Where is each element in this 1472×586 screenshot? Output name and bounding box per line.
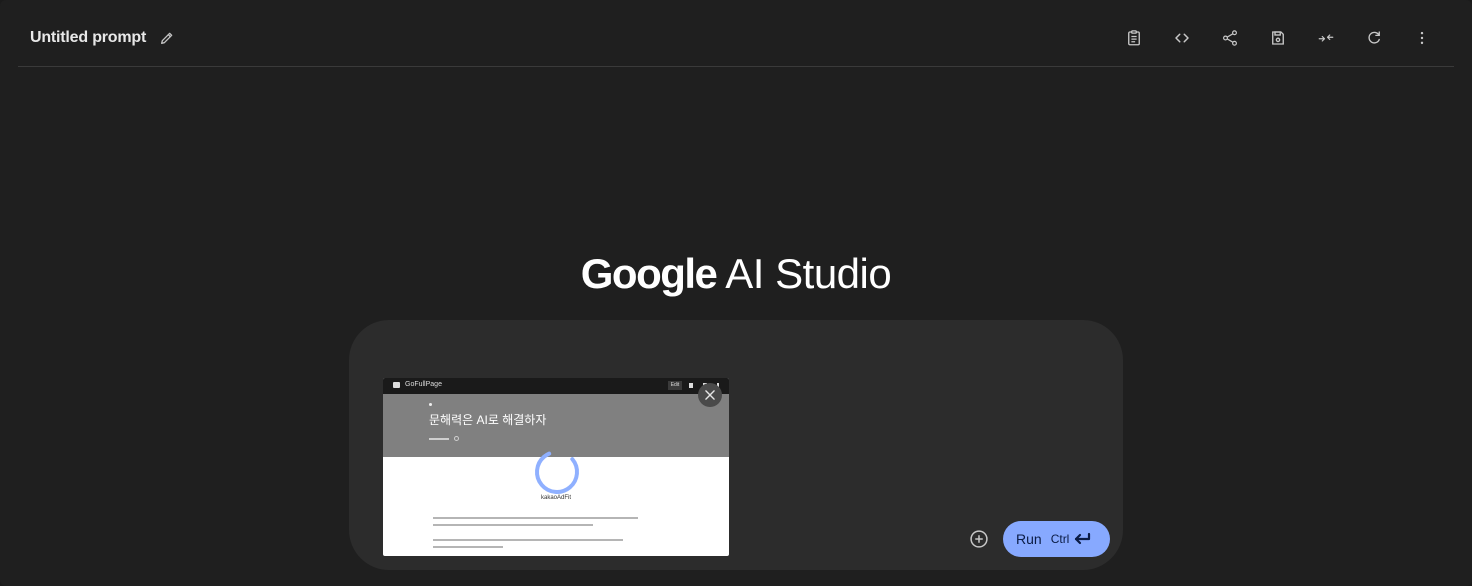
prompt-title[interactable]: Untitled prompt <box>30 29 146 47</box>
code-icon <box>1175 33 1189 43</box>
flag-icon <box>689 383 693 388</box>
run-button[interactable]: Run Ctrl <box>1003 521 1110 557</box>
thumbnail-headline: 문해력은 AI로 해결하자 <box>429 413 547 427</box>
ad-label: kakaoAdFit <box>540 495 571 501</box>
copy-prompt-button[interactable] <box>1110 26 1158 50</box>
add-circle-icon <box>970 530 988 548</box>
get-code-button[interactable] <box>1158 26 1206 50</box>
enter-key-icon <box>1073 532 1091 546</box>
brand-google: Google <box>580 250 718 297</box>
more-vert-icon <box>1420 31 1424 45</box>
thumbnail-app-name: GoFullPage <box>405 381 442 388</box>
clipboard-icon <box>1128 30 1140 46</box>
toolbar <box>1110 26 1446 50</box>
body-text-line <box>433 524 593 526</box>
compare-icon <box>1318 34 1334 42</box>
thumbnail-edit-tag: Edit <box>668 381 682 390</box>
pencil-icon <box>161 32 173 44</box>
reset-button[interactable] <box>1350 26 1398 50</box>
top-bar: Untitled prompt <box>18 0 1454 67</box>
attachment-thumbnail[interactable]: GoFullPage Edit 문해력은 AI로 해결하자 kakaoAdFit <box>383 378 729 556</box>
body-text-line <box>433 546 503 548</box>
hero-meta-icon <box>454 436 459 441</box>
prompt-composer: GoFullPage Edit 문해력은 AI로 해결하자 kakaoAdFit <box>349 320 1123 570</box>
brand-product: AI Studio <box>725 250 892 297</box>
run-label: Run <box>1016 531 1042 547</box>
compare-button[interactable] <box>1302 26 1350 50</box>
share-button[interactable] <box>1206 26 1254 50</box>
brand-logo: Google AI Studio <box>0 250 1472 298</box>
hero-meta-line <box>429 438 449 440</box>
run-shortcut: Ctrl <box>1050 532 1070 546</box>
add-media-button[interactable] <box>968 528 990 550</box>
edit-title-button[interactable] <box>157 28 177 48</box>
save-button[interactable] <box>1254 26 1302 50</box>
more-options-button[interactable] <box>1398 26 1446 50</box>
save-icon <box>1272 31 1284 45</box>
camera-icon <box>393 382 400 388</box>
body-text-line <box>433 517 638 519</box>
close-icon <box>705 390 715 400</box>
share-icon <box>1223 30 1237 46</box>
loading-spinner-icon <box>535 450 579 494</box>
hero-dot <box>429 403 432 406</box>
thumbnail-toolbar: GoFullPage Edit <box>383 378 729 394</box>
body-text-line <box>433 539 623 541</box>
app-window: Untitled prompt Google AI Studio GoFullP… <box>0 0 1472 586</box>
refresh-icon <box>1368 31 1380 44</box>
remove-attachment-button[interactable] <box>698 383 722 407</box>
